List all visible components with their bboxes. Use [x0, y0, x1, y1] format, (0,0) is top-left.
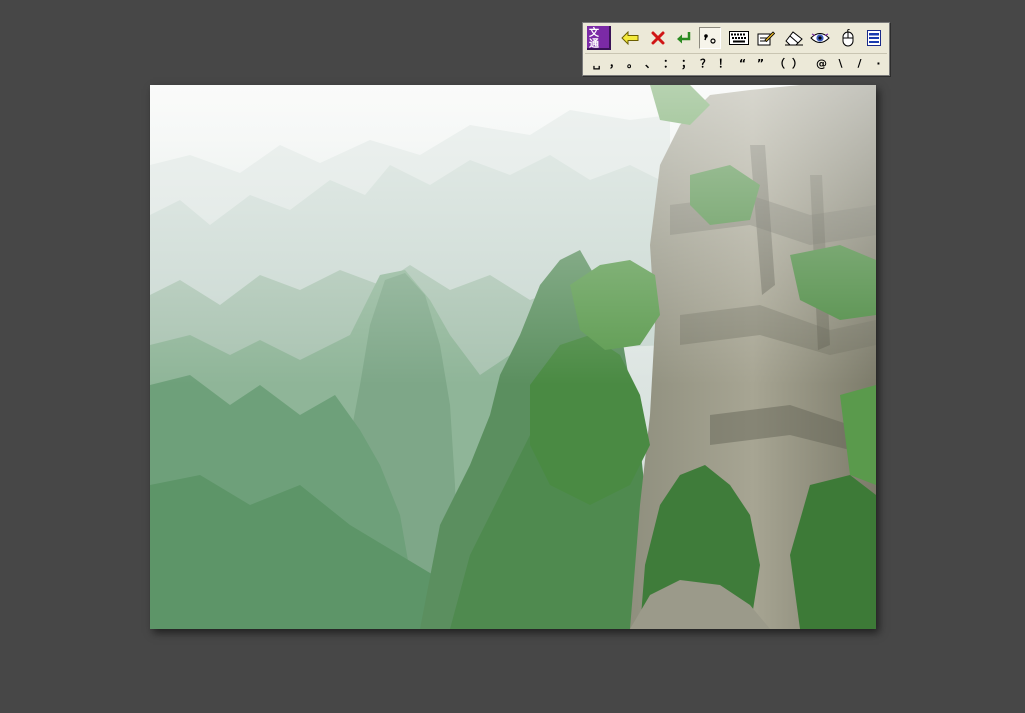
punctuation-row: ␣ ， 。 、 ： ； ？ ！ “ ” （ ） @ \ / ·: [585, 53, 887, 74]
punct-colon[interactable]: ：: [660, 55, 677, 73]
punct-open-quote[interactable]: “: [734, 55, 751, 73]
punct-semicolon[interactable]: ；: [678, 55, 695, 73]
mouse-icon: [842, 29, 854, 47]
punctuation-mode-toggle[interactable]: [699, 27, 721, 49]
punct-middle-dot[interactable]: ·: [870, 55, 887, 73]
back-arrow-icon: [621, 31, 639, 45]
punctuation-mode-icon: [704, 34, 716, 44]
ime-toolbar: 文通 WT: [582, 22, 890, 76]
soft-keyboard-button[interactable]: [728, 27, 750, 49]
eraser-icon: [785, 31, 803, 46]
punct-close-quote[interactable]: ”: [752, 55, 769, 73]
menu-button[interactable]: [863, 27, 885, 49]
back-button[interactable]: [619, 27, 641, 49]
punct-comma[interactable]: ，: [606, 55, 623, 73]
landscape-photo: [150, 85, 876, 629]
punct-at[interactable]: @: [813, 55, 830, 73]
preview-button[interactable]: [809, 27, 831, 49]
image-viewer: 文通 WT: [0, 0, 1025, 713]
punct-slash[interactable]: /: [851, 55, 868, 73]
punct-space[interactable]: ␣: [588, 55, 605, 73]
menu-icon: [867, 30, 881, 46]
mouse-mode-button[interactable]: [837, 27, 859, 49]
enter-icon: [677, 32, 691, 44]
keyboard-icon: [729, 31, 749, 45]
punct-close-paren[interactable]: ）: [789, 55, 806, 73]
enter-button[interactable]: [673, 27, 695, 49]
ime-logo[interactable]: 文通 WT: [587, 26, 611, 50]
handwriting-button[interactable]: [755, 27, 777, 49]
eye-icon: [810, 33, 830, 43]
punct-period[interactable]: 。: [624, 55, 641, 73]
photo-image: [150, 85, 876, 629]
eraser-button[interactable]: [783, 27, 805, 49]
punct-question[interactable]: ？: [697, 55, 714, 73]
cancel-button[interactable]: [647, 27, 669, 49]
cancel-x-icon: [651, 31, 665, 45]
handwriting-pad-icon: [757, 31, 775, 46]
punct-backslash[interactable]: \: [832, 55, 849, 73]
punct-enumeration-comma[interactable]: 、: [642, 55, 659, 73]
ime-logo-top-text: 文通: [589, 28, 599, 50]
punct-exclamation[interactable]: ！: [715, 55, 732, 73]
punct-open-paren[interactable]: （: [771, 55, 788, 73]
ime-toolbar-main-row: 文通 WT: [585, 25, 887, 51]
